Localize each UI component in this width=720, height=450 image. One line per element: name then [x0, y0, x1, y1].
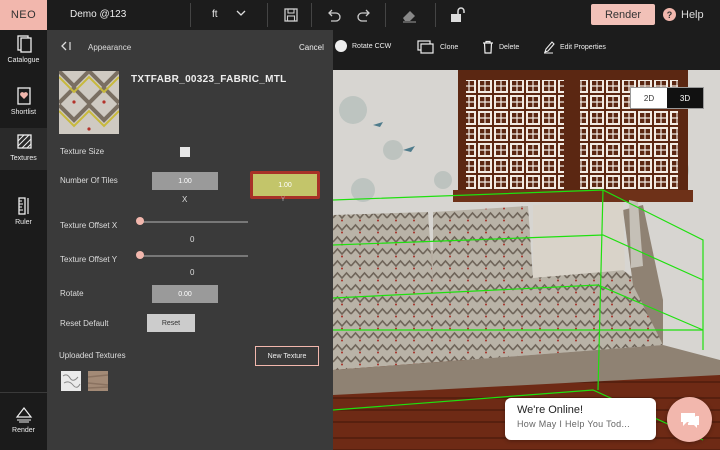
view-mode-toggle: 2D 3D — [630, 87, 704, 109]
toolbar-divider — [311, 3, 312, 27]
back-icon[interactable] — [60, 40, 74, 52]
sidebar-item-label: Catalogue — [7, 57, 40, 64]
tool-label: Clone — [440, 43, 459, 51]
offset-x-slider[interactable] — [140, 221, 248, 223]
view-3d-button[interactable]: 3D — [667, 88, 703, 108]
sidebar-item-label: Ruler — [15, 219, 32, 226]
chat-subtitle: How May I Help You Tod... — [517, 419, 630, 429]
chat-bubble[interactable]: We're Online! How May I Help You Tod... — [505, 398, 656, 440]
sidebar-item-label: Render — [12, 427, 35, 434]
panel-title: Appearance — [88, 43, 132, 52]
clone-icon — [417, 40, 434, 54]
toolbar-divider — [385, 3, 386, 27]
sidebar-item-catalogue[interactable]: Catalogue — [0, 34, 47, 70]
tiles-x-label: X — [182, 195, 188, 204]
help-label: Help — [681, 8, 704, 21]
uploaded-texture-thumb[interactable] — [88, 371, 108, 391]
toolbar-divider — [190, 3, 191, 27]
tiles-x-input[interactable]: 1.00 — [152, 172, 218, 190]
texture-size-label: Texture Size — [60, 147, 105, 156]
render-button[interactable]: Render — [591, 4, 655, 25]
sidebar-divider — [0, 392, 47, 393]
texture-size-checkbox[interactable] — [180, 147, 190, 157]
chat-icon — [680, 412, 699, 428]
offset-y-slider[interactable] — [140, 255, 248, 257]
trash-icon — [483, 40, 493, 54]
chat-launcher-button[interactable] — [667, 397, 712, 442]
offset-x-value: 0 — [190, 235, 195, 244]
sidebar-item-shortlist[interactable]: Shortlist — [0, 86, 47, 122]
tool-label: Delete — [499, 43, 520, 51]
help-icon: ? — [663, 8, 676, 21]
app-logo: NEO — [0, 0, 47, 30]
sidebar-item-ruler[interactable]: Ruler — [0, 196, 47, 232]
offset-x-label: Texture Offset X — [60, 221, 118, 230]
rotate-ccw-button[interactable]: Rotate CCW — [335, 40, 391, 52]
uploaded-textures-label: Uploaded Textures — [59, 351, 126, 360]
catalogue-icon — [16, 35, 32, 53]
ruler-icon — [17, 197, 29, 215]
tiles-y-label: Y — [281, 197, 286, 203]
tool-label: Rotate CCW — [352, 42, 392, 50]
rotate-input[interactable]: 0.00 — [152, 285, 218, 303]
view-2d-button[interactable]: 2D — [631, 88, 667, 108]
offset-y-slider-knob[interactable] — [136, 251, 144, 259]
render-icon — [15, 407, 32, 423]
sidebar-item-label: Shortlist — [10, 109, 37, 116]
rotate-label: Rotate — [60, 289, 84, 298]
textures-icon — [16, 134, 32, 149]
tiles-y-value: 1.00 — [253, 174, 317, 196]
cancel-button[interactable]: Cancel — [299, 43, 324, 52]
edit-properties-button[interactable]: Edit Properties — [543, 40, 606, 54]
heart-doc-icon — [16, 87, 31, 105]
reset-default-label: Reset Default — [60, 319, 109, 328]
unit-select-value[interactable]: ft — [212, 9, 218, 20]
offset-x-slider-knob[interactable] — [136, 217, 144, 225]
material-name: TXTFABR_00323_FABRIC_MTL — [131, 74, 287, 85]
material-swatch — [59, 71, 119, 134]
offset-y-label: Texture Offset Y — [60, 255, 118, 264]
help-button[interactable]: ? Help — [663, 8, 704, 21]
tiles-y-input[interactable]: 1.00 — [250, 171, 320, 199]
reset-button[interactable]: Reset — [147, 314, 195, 332]
unlock-icon[interactable] — [448, 6, 466, 24]
tiles-label: Number Of Tiles — [60, 176, 118, 185]
project-name[interactable]: Demo @123 — [70, 9, 126, 20]
chevron-down-icon[interactable] — [236, 8, 246, 18]
save-icon[interactable] — [282, 6, 300, 24]
redo-icon[interactable] — [355, 6, 373, 24]
new-texture-button[interactable]: New Texture — [255, 346, 319, 366]
sidebar-item-render[interactable]: Render — [0, 404, 47, 440]
rotate-ccw-icon — [335, 40, 347, 52]
toolbar-divider — [435, 3, 436, 27]
delete-button[interactable]: Delete — [482, 40, 519, 54]
tool-label: Edit Properties — [560, 43, 606, 51]
undo-icon[interactable] — [325, 6, 343, 24]
eraser-icon[interactable] — [400, 6, 418, 24]
chat-title: We're Online! — [517, 404, 584, 416]
offset-y-value: 0 — [190, 268, 195, 277]
sidebar-item-textures[interactable]: Textures — [0, 128, 47, 170]
pencil-icon — [544, 41, 555, 54]
uploaded-texture-thumb[interactable] — [61, 371, 81, 391]
toolbar-divider — [267, 3, 268, 27]
clone-button[interactable]: Clone — [417, 40, 458, 54]
sidebar-item-label: Textures — [10, 155, 37, 162]
